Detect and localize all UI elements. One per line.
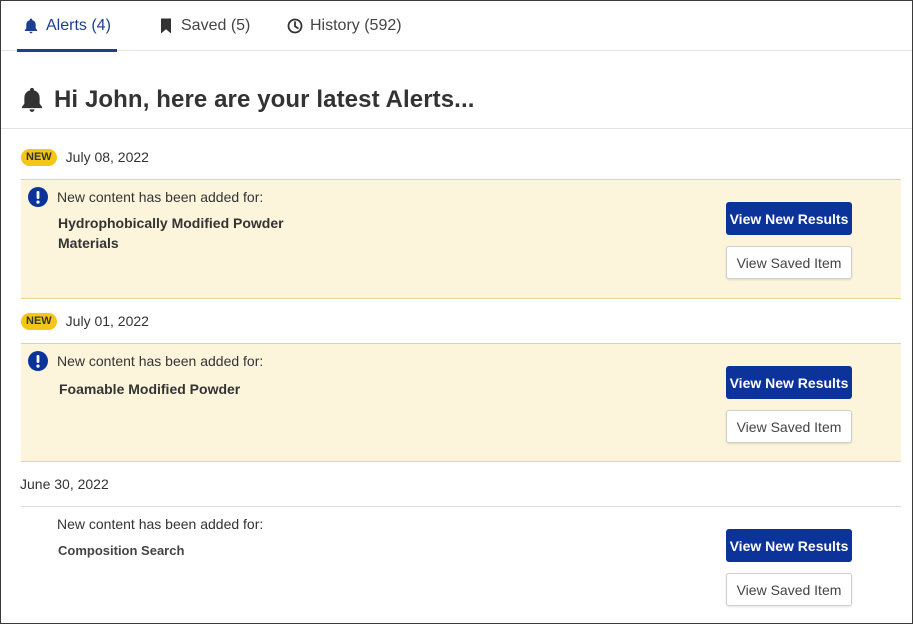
bookmark-icon: [158, 18, 174, 34]
divider: [1, 128, 912, 129]
alert-date: July 08, 2022: [65, 149, 149, 165]
alert-topic: Composition Search: [58, 543, 185, 558]
alert-date-row: June 30, 2022: [20, 474, 109, 494]
tab-history[interactable]: History (592): [287, 1, 402, 51]
alert-date-row: NEW July 01, 2022: [21, 311, 149, 331]
alert-card: New content has been added for: Composit…: [21, 506, 901, 623]
view-saved-item-button[interactable]: View Saved Item: [726, 410, 852, 443]
alert-topic: Foamable Modified Powder: [59, 381, 241, 397]
alert-date: July 01, 2022: [65, 313, 149, 329]
alert-card: New content has been added for: Foamable…: [21, 343, 901, 462]
tab-bar: Alerts (4) Saved (5) History (592): [1, 1, 912, 52]
tab-history-label: History (592): [310, 17, 402, 34]
alert-card: New content has been added for: Hydropho…: [21, 179, 901, 299]
new-badge: NEW: [21, 148, 57, 166]
exclamation-circle-icon: [28, 351, 48, 371]
alerts-panel: Alerts (4) Saved (5) History (592) Hi Jo…: [0, 0, 913, 624]
new-badge: NEW: [21, 312, 57, 330]
view-saved-item-button[interactable]: View Saved Item: [726, 573, 852, 606]
tab-alerts[interactable]: Alerts (4): [17, 1, 117, 52]
alert-date-row: NEW July 08, 2022: [21, 147, 149, 167]
tab-saved[interactable]: Saved (5): [158, 1, 250, 51]
page-heading: Hi John, here are your latest Alerts...: [19, 85, 474, 115]
bell-icon: [19, 87, 45, 113]
clock-icon: [287, 18, 303, 34]
view-new-results-button[interactable]: View New Results: [726, 202, 852, 235]
view-saved-item-button[interactable]: View Saved Item: [726, 246, 852, 279]
view-new-results-button[interactable]: View New Results: [726, 366, 852, 399]
exclamation-circle-icon: [28, 187, 48, 207]
tab-alerts-label: Alerts (4): [46, 17, 111, 34]
alert-intro: New content has been added for:: [57, 516, 264, 532]
tab-saved-label: Saved (5): [181, 17, 251, 34]
bell-icon: [23, 18, 39, 34]
alert-topic: Hydrophobically Modified Powder Material…: [58, 215, 284, 251]
view-new-results-button[interactable]: View New Results: [726, 529, 852, 562]
alert-date: June 30, 2022: [20, 476, 109, 492]
page-title: Hi John, here are your latest Alerts...: [54, 86, 475, 113]
alert-intro: New content has been added for:: [57, 353, 264, 369]
alert-intro: New content has been added for:: [57, 189, 264, 205]
